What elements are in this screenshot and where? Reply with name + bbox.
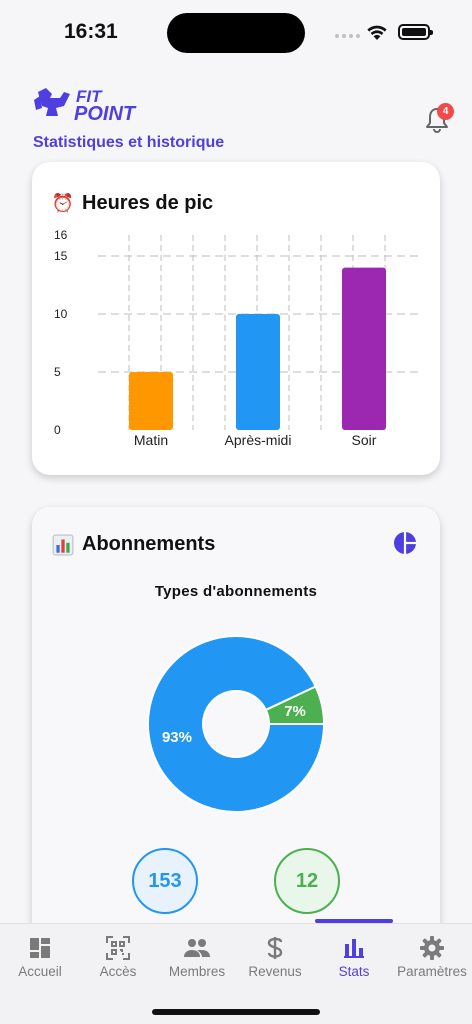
qr-code-icon (106, 936, 130, 960)
battery-icon (398, 24, 433, 40)
nav-label-stats: Stats (338, 964, 370, 979)
nav-item-parametres[interactable]: Paramètres (392, 934, 472, 979)
page-subtitle: Statistiques et historique (33, 134, 225, 151)
nav-item-stats[interactable]: Stats (314, 934, 394, 979)
x-category-label-0: Matin (134, 432, 168, 448)
subscriptions-card: Abonnements Types d'abonnements 93% 7% 15… (32, 507, 440, 947)
notification-badge: 4 (437, 103, 454, 120)
gear-icon (420, 936, 444, 960)
pie-slice-label-0: 93% (162, 729, 192, 746)
home-indicator (152, 1009, 320, 1015)
bar-soir[interactable] (342, 267, 386, 430)
nav-label-parametres: Paramètres (397, 964, 467, 979)
nav-item-accueil[interactable]: Accueil (0, 934, 80, 979)
nav-label-revenus: Revenus (248, 964, 302, 979)
nav-item-revenus[interactable]: Revenus (235, 934, 315, 979)
nav-label-acces: Accès (99, 964, 137, 979)
y-tick-label-1: 5 (54, 365, 61, 379)
y-tick-label-3: 15 (54, 249, 68, 263)
fitpoint-logo: FIT POINT (34, 87, 137, 124)
nav-label-membres: Membres (168, 964, 226, 979)
stat-circle-green[interactable]: 12 (274, 848, 340, 914)
nav-label-accueil: Accueil (18, 964, 62, 979)
bar-aprsmidi[interactable] (236, 314, 280, 430)
dynamic-island (167, 13, 305, 53)
dashboard-icon (30, 938, 50, 958)
people-icon (184, 939, 210, 957)
status-time: 16:31 (64, 20, 118, 43)
y-tick-label-0: 0 (54, 423, 61, 437)
cellular-signal-icon (335, 34, 360, 38)
peak-hours-card: ⏰ Heures de pic 0 5 10 15 16 Matin Après-midi S… (32, 162, 440, 475)
pie-slice-label-1: 7% (284, 703, 306, 720)
status-bar: 16:31 (0, 0, 472, 60)
logo-text-bottom: POINT (74, 103, 137, 124)
bar-chart-icon (344, 939, 364, 958)
wifi-icon (367, 25, 387, 40)
dollar-icon (267, 937, 283, 959)
nav-item-acces[interactable]: Accès (78, 934, 158, 979)
y-tick-label-2: 10 (54, 307, 68, 321)
app-header: FIT POINT Statistiques et historique 4 (0, 60, 472, 178)
bar-matin[interactable] (129, 372, 173, 430)
nav-item-membres[interactable]: Membres (157, 934, 237, 979)
peak-hours-bar-chart: 0 5 10 15 16 Matin Après-midi Soir (54, 228, 418, 448)
y-tick-label-4: 16 (54, 228, 68, 242)
x-category-label-2: Soir (352, 432, 377, 448)
stat-circle-blue[interactable]: 153 (132, 848, 198, 914)
subscription-types-pie-chart: 93% 7% (147, 635, 326, 813)
x-category-label-1: Après-midi (225, 432, 292, 448)
